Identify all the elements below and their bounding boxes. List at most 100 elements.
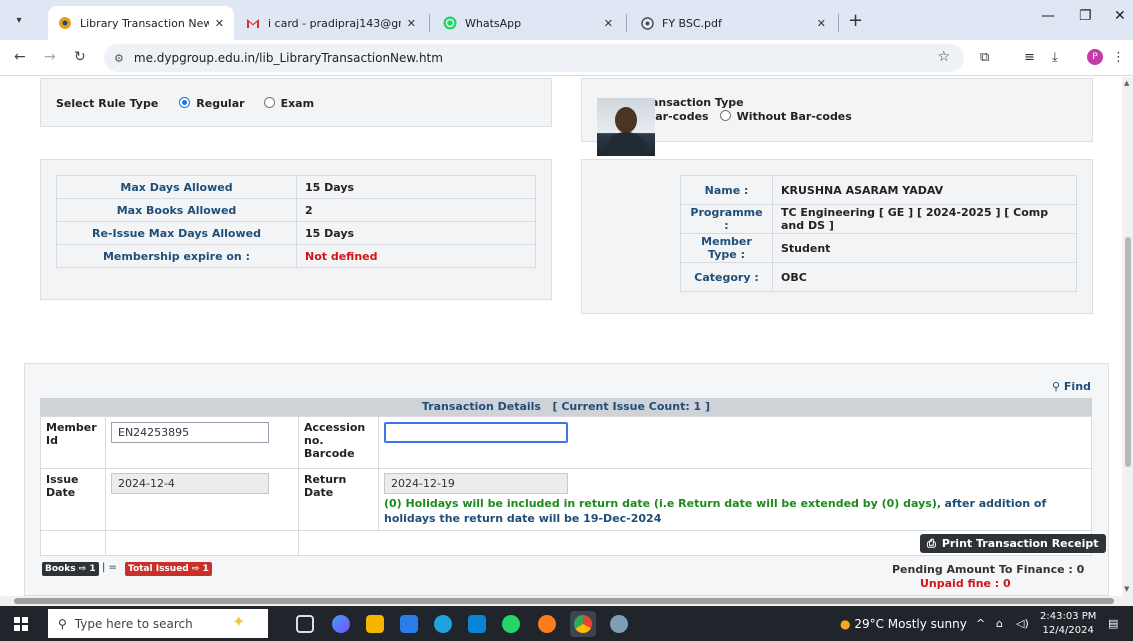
chrome-active-icon[interactable]: [570, 611, 596, 637]
horizontal-scroll-thumb[interactable]: [14, 598, 1114, 604]
address-bar[interactable]: ⚙ me.dypgroup.edu.in/lib_LibraryTransact…: [104, 44, 964, 72]
find-label: Find: [1063, 380, 1091, 393]
rule-type-panel: Select Rule Type Regular Exam: [40, 78, 552, 127]
issue-date-label: Issue Date: [40, 468, 106, 531]
site-favicon-icon: [58, 16, 72, 30]
restore-icon[interactable]: ❐: [1079, 8, 1092, 24]
windows-taskbar: ⚲ Type here to search ✦ ● 29°C Mostly su…: [0, 606, 1133, 641]
minimize-icon[interactable]: —: [1041, 8, 1055, 24]
rule-type-regular-radio[interactable]: [179, 97, 191, 108]
whatsapp-taskbar-icon[interactable]: [502, 615, 520, 633]
printer-icon: ⎙: [927, 536, 936, 550]
mail-icon[interactable]: [468, 615, 486, 633]
new-tab-button[interactable]: +: [848, 10, 863, 31]
programme-label: Programme :: [680, 204, 773, 234]
menu-kebab-icon[interactable]: ⋮: [1112, 50, 1125, 65]
vertical-scrollbar[interactable]: ▲ ▼: [1122, 77, 1133, 596]
transaction-details-title: Transaction Details: [421, 400, 541, 413]
horizontal-scrollbar[interactable]: [0, 596, 1133, 606]
scroll-up-icon[interactable]: ▲: [1124, 79, 1129, 87]
tab-close-icon[interactable]: ✕: [407, 17, 416, 30]
table-row: Max Books Allowed 2: [56, 198, 536, 222]
windows-start-icon[interactable]: [14, 617, 28, 631]
reading-list-icon[interactable]: ≡: [1024, 50, 1035, 65]
volume-icon[interactable]: ◁): [1016, 617, 1029, 630]
copilot-icon[interactable]: [332, 615, 350, 633]
issue-date-input[interactable]: [111, 473, 269, 494]
table-row: Name : KRUSHNA ASARAM YADAV: [680, 175, 1077, 205]
reload-icon[interactable]: ↻: [74, 49, 86, 65]
category-value: OBC: [772, 262, 1077, 292]
table-row: Issue Date Return Date (0) Holidays will…: [40, 468, 1092, 531]
transaction-details-header: Transaction Details [ Current Issue Coun…: [40, 398, 1092, 416]
scroll-down-icon[interactable]: ▼: [1124, 585, 1129, 593]
table-row: Max Days Allowed 15 Days: [56, 175, 536, 199]
scroll-thumb[interactable]: [1125, 237, 1131, 467]
site-info-icon[interactable]: ⚙: [114, 52, 124, 65]
tab-divider: [626, 14, 627, 32]
search-icon: ⚲: [58, 616, 67, 631]
tab-close-icon[interactable]: ✕: [817, 17, 826, 30]
tab-title: i card - pradipraj143@gmail.com: [268, 16, 401, 30]
notification-icon[interactable]: ▤: [1108, 617, 1118, 630]
max-days-label: Max Days Allowed: [56, 175, 297, 199]
tab-close-icon[interactable]: ✕: [215, 17, 224, 30]
max-books-label: Max Books Allowed: [56, 198, 297, 222]
membership-expire-label: Membership expire on :: [56, 244, 297, 268]
return-date-cell: (0) Holidays will be included in return …: [378, 468, 1092, 531]
bookmark-star-icon[interactable]: ☆: [937, 49, 950, 65]
tab-whatsapp[interactable]: WhatsApp ✕: [433, 6, 623, 40]
firefox-icon[interactable]: [538, 615, 556, 633]
weather-widget[interactable]: ● 29°C Mostly sunny: [840, 617, 967, 631]
paint-icon[interactable]: [610, 615, 628, 633]
print-transaction-receipt-button[interactable]: ⎙ Print Transaction Receipt: [920, 534, 1106, 553]
without-barcodes-radio[interactable]: [719, 110, 731, 121]
sparkle-copilot-icon[interactable]: ✦: [232, 612, 245, 631]
rule-type-exam-label[interactable]: Exam: [281, 97, 315, 110]
table-row: Member Type : Student: [680, 233, 1077, 263]
tab-library-transaction[interactable]: Library Transaction New ✕: [48, 6, 234, 40]
edge-icon[interactable]: [434, 615, 452, 633]
rule-type-exam-radio[interactable]: [263, 97, 275, 108]
file-explorer-icon[interactable]: [366, 615, 384, 633]
task-view-icon[interactable]: [296, 615, 314, 633]
accession-barcode-input[interactable]: [384, 422, 568, 443]
member-photo: [597, 98, 655, 156]
without-barcodes-label[interactable]: Without Bar-codes: [737, 110, 852, 123]
forward-icon[interactable]: →: [44, 49, 56, 65]
return-date-input[interactable]: [384, 473, 568, 494]
tab-divider: [838, 14, 839, 32]
close-window-icon[interactable]: ✕: [1114, 8, 1126, 24]
member-id-label: Member Id: [40, 416, 106, 469]
table-row: Membership expire on : Not defined: [56, 244, 536, 268]
tab-gmail[interactable]: i card - pradipraj143@gmail.com ✕: [236, 6, 426, 40]
issue-date-cell: [105, 468, 299, 531]
tab-search-icon[interactable]: ▾: [8, 10, 30, 32]
tray-chevron-icon[interactable]: ^: [976, 617, 985, 630]
reissue-days-label: Re-Issue Max Days Allowed: [56, 221, 297, 245]
taskbar-clock[interactable]: 2:43:03 PM 12/4/2024: [1040, 610, 1096, 638]
store-icon[interactable]: [400, 615, 418, 633]
pending-amount: Pending Amount To Finance : 0: [892, 563, 1085, 576]
table-row: Category : OBC: [680, 262, 1077, 292]
table-row: Re-Issue Max Days Allowed 15 Days: [56, 221, 536, 245]
download-icon[interactable]: ⤓: [1052, 50, 1058, 65]
extensions-icon[interactable]: ⧉: [980, 50, 989, 65]
total-issued-badge: Total Issued ⇨ 1: [125, 562, 212, 576]
tab-close-icon[interactable]: ✕: [604, 17, 613, 30]
network-icon[interactable]: ⌂: [996, 617, 1003, 630]
url-text[interactable]: me.dypgroup.edu.in/lib_LibraryTransactio…: [134, 51, 443, 65]
clock-date: 12/4/2024: [1042, 625, 1094, 636]
whatsapp-icon: [443, 16, 457, 30]
find-button[interactable]: ⚲ Find: [1052, 380, 1091, 393]
max-days-value: 15 Days: [296, 175, 536, 199]
profile-avatar[interactable]: P: [1087, 49, 1103, 65]
back-icon[interactable]: ←: [14, 49, 26, 65]
weather-text: 29°C Mostly sunny: [854, 617, 967, 631]
library-limits-table: Max Days Allowed 15 Days Max Books Allow…: [56, 175, 536, 268]
tab-fy-bsc-pdf[interactable]: FY BSC.pdf ✕: [630, 6, 836, 40]
reissue-days-value: 15 Days: [296, 221, 536, 245]
transaction-type-panel: Select Transaction Type With Bar-codes W…: [581, 78, 1093, 142]
rule-type-regular-label[interactable]: Regular: [196, 97, 244, 110]
member-id-input[interactable]: [111, 422, 269, 443]
